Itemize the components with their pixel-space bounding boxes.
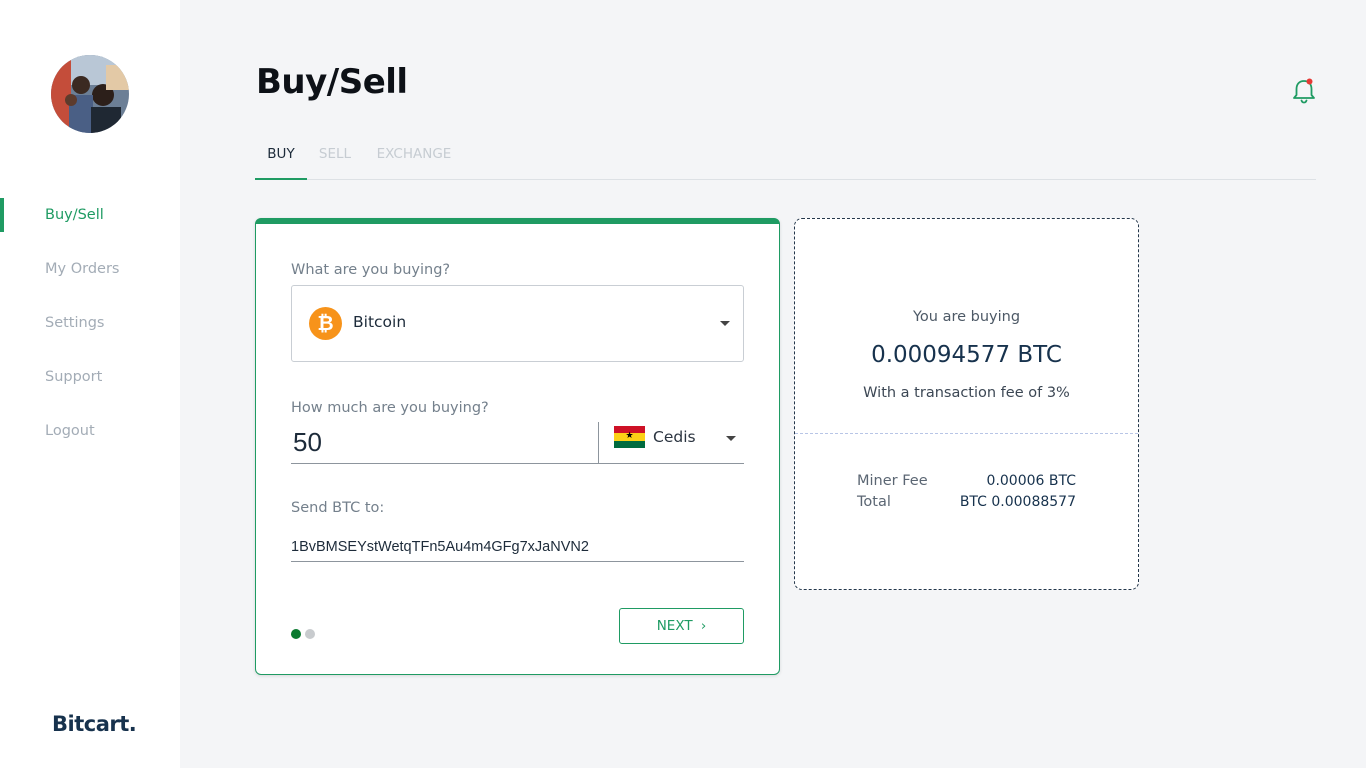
amount-input[interactable] [291, 422, 598, 464]
asset-label: What are you buying? [291, 262, 451, 278]
currency-select[interactable]: ★ Cedis [598, 422, 744, 464]
asset-select[interactable]: ₿ Bitcoin [291, 285, 744, 362]
asset-select-value: Bitcoin [353, 313, 407, 331]
tab-bar: BUY SELL EXCHANGE [255, 135, 1316, 180]
miner-fee-value: 0.00006 BTC [986, 473, 1076, 489]
next-button-label: NEXT [656, 618, 693, 634]
bitcoin-icon: ₿ [309, 307, 342, 340]
tab-sell[interactable]: SELL [315, 135, 355, 179]
ghana-flag-icon: ★ [614, 426, 645, 448]
next-button[interactable]: NEXT › [619, 608, 744, 644]
step-dot-inactive [305, 629, 315, 639]
buying-label: You are buying [912, 309, 1021, 325]
currency-select-value: Cedis [653, 428, 696, 446]
address-label: Send BTC to: [291, 500, 385, 516]
chevron-down-icon [726, 436, 736, 441]
step-dot-active [291, 629, 301, 639]
summary-divider [795, 433, 1138, 434]
total-value: BTC 0.00088577 [959, 494, 1076, 510]
total-label: Total [857, 494, 891, 510]
chevron-down-icon [720, 321, 730, 326]
brand-logo: Bitcart. [52, 712, 137, 736]
sidebar-item-support[interactable]: Support [0, 360, 180, 414]
sidebar-item-buy-sell[interactable]: Buy/Sell [0, 198, 180, 252]
sidebar-item-logout[interactable]: Logout [0, 414, 180, 468]
buying-amount: 0.00094577 BTC [871, 342, 1062, 368]
bell-icon[interactable] [1291, 77, 1317, 105]
sidebar: Buy/Sell My Orders Settings Support Logo… [0, 0, 180, 768]
tab-buy[interactable]: BUY [255, 135, 307, 180]
fee-text: With a transaction fee of 3% [863, 385, 1070, 401]
sidebar-item-settings[interactable]: Settings [0, 306, 180, 360]
tab-exchange[interactable]: EXCHANGE [372, 135, 456, 179]
sidebar-item-my-orders[interactable]: My Orders [0, 252, 180, 306]
sidebar-nav: Buy/Sell My Orders Settings Support Logo… [0, 198, 180, 468]
order-summary-card: You are buying 0.00094577 BTC With a tra… [794, 218, 1139, 590]
buy-form-card: What are you buying? ₿ Bitcoin How much … [255, 218, 780, 675]
miner-fee-label: Miner Fee [857, 473, 928, 489]
amount-label: How much are you buying? [291, 400, 489, 416]
page-title: Buy/Sell [256, 62, 408, 102]
notification-dot [1306, 78, 1313, 85]
avatar[interactable] [51, 55, 129, 133]
wallet-address-input[interactable] [291, 532, 744, 562]
step-indicator [291, 624, 319, 643]
chevron-right-icon: › [700, 618, 707, 634]
